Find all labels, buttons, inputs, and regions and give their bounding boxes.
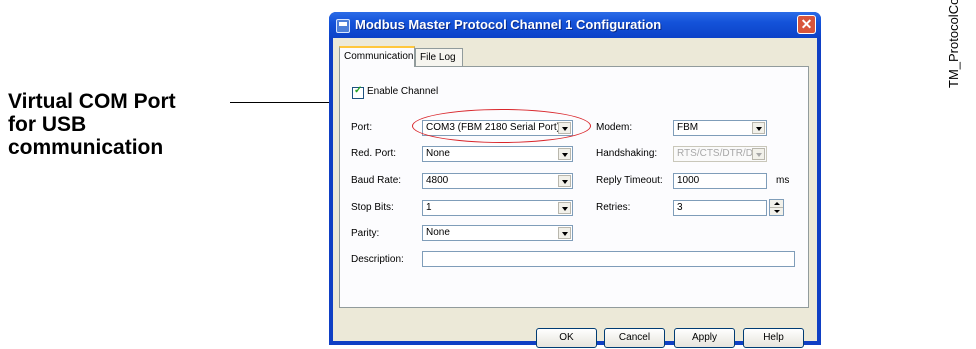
stop-bits-value: 1 [426, 202, 432, 213]
retries-label: Retries: [596, 202, 631, 213]
modem-select[interactable]: FBM [673, 120, 767, 136]
chevron-down-icon [752, 148, 765, 160]
modem-value: FBM [677, 122, 699, 133]
baud-rate-value: 4800 [426, 175, 449, 186]
retries-spinner[interactable] [769, 199, 784, 216]
tab-communication[interactable]: Communication [339, 46, 415, 67]
callout-text: Virtual COM Port for USB communication [8, 90, 176, 159]
chevron-down-icon[interactable] [558, 202, 571, 214]
communication-panel: Enable Channel Port: COM3 (FBM 2180 Seri… [339, 66, 809, 308]
chevron-down-icon[interactable] [558, 148, 571, 160]
title-bar[interactable]: Modbus Master Protocol Channel 1 Configu… [329, 12, 821, 38]
stop-bits-label: Stop Bits: [351, 202, 394, 213]
handshaking-label: Handshaking: [596, 148, 658, 159]
port-label: Port: [351, 122, 373, 133]
chevron-down-icon[interactable] [558, 175, 571, 187]
reply-timeout-unit: ms [776, 175, 790, 186]
stop-bits-select[interactable]: 1 [422, 200, 573, 216]
ok-button[interactable]: OK [536, 328, 597, 348]
app-icon [336, 19, 350, 33]
parity-value: None [426, 227, 450, 238]
apply-button[interactable]: Apply [674, 328, 735, 348]
callout-line-3: communication [8, 136, 164, 159]
chevron-down-icon[interactable] [752, 122, 765, 134]
tab-file-log[interactable]: File Log [415, 48, 463, 66]
help-button[interactable]: Help [743, 328, 804, 348]
red-port-select[interactable]: None [422, 146, 573, 162]
config-dialog: Modbus Master Protocol Channel 1 Configu… [329, 12, 821, 348]
cancel-button[interactable]: Cancel [604, 328, 665, 348]
enable-channel-label: Enable Channel [367, 86, 439, 97]
parity-label: Parity: [351, 228, 380, 239]
red-port-label: Red. Port: [351, 148, 397, 159]
reply-timeout-label: Reply Timeout: [596, 175, 663, 186]
description-input[interactable] [422, 251, 795, 267]
handshaking-select: RTS/CTS/DTR/DS [673, 146, 767, 162]
baud-rate-select[interactable]: 4800 [422, 173, 573, 189]
enable-channel-checkbox[interactable] [352, 85, 364, 99]
chevron-down-icon[interactable] [558, 227, 571, 239]
spinner-up-icon[interactable] [770, 200, 783, 208]
parity-select[interactable]: None [422, 225, 573, 241]
close-button[interactable]: ✕ [797, 15, 816, 34]
modem-label: Modem: [596, 122, 633, 133]
description-label: Description: [351, 254, 404, 265]
file-caption-text: TM_ProtocolConfig_FBM2180_b.TIF [946, 0, 961, 88]
window-title: Modbus Master Protocol Channel 1 Configu… [355, 17, 662, 32]
highlight-ellipse [412, 109, 591, 143]
red-port-value: None [426, 148, 450, 159]
retries-input[interactable]: 3 [673, 200, 767, 216]
reply-timeout-input[interactable]: 1000 [673, 173, 767, 189]
baud-rate-label: Baud Rate: [351, 175, 402, 186]
callout-line-2: for USB [8, 113, 87, 136]
spinner-down-icon[interactable] [770, 208, 783, 215]
handshaking-value: RTS/CTS/DTR/DS [677, 148, 760, 159]
callout-line-1: Virtual COM Port [8, 90, 176, 113]
dialog-body: Communication File Log Enable Channel Po… [333, 38, 817, 348]
